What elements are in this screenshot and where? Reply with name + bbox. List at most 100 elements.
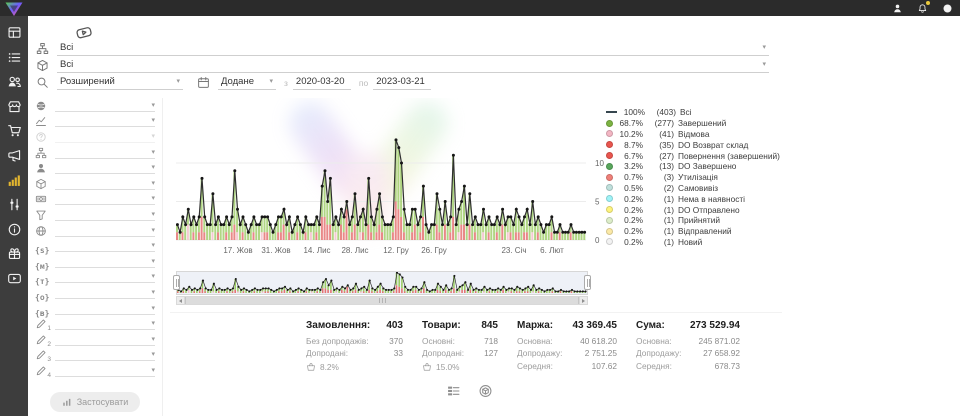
sidebar-item-store[interactable] [7, 99, 22, 114]
filter-product-select[interactable]: ▾ [55, 178, 155, 190]
search-mode-select[interactable]: Розширений ▾ [57, 76, 183, 90]
navigator-scrollbar[interactable] [176, 296, 588, 305]
scrollbar-left-arrow-icon[interactable] [177, 297, 185, 304]
filter-payment-select[interactable]: ▾ [55, 193, 155, 205]
sidebar-item-analytics[interactable] [7, 173, 22, 188]
x-tick-label: 26. Гру [421, 246, 447, 255]
chevron-down-icon: ▾ [151, 164, 155, 171]
legend-item-6[interactable]: 0.7%(3)Утилізація [606, 172, 806, 183]
legend-label: Прийнятий [678, 215, 720, 225]
upsell-percent: 8.2% [320, 362, 339, 372]
status-filter-select[interactable]: Всі ▾ [57, 42, 769, 56]
sidebar-item-settings[interactable] [7, 197, 22, 212]
sidebar-item-customers[interactable] [7, 74, 22, 89]
stat-subrow: Основна:245 871.02 [636, 335, 740, 347]
filter-custom-o-select[interactable]: ▾ [55, 287, 155, 299]
main-chart-svg[interactable]: 0510 [176, 100, 622, 250]
filter-website-select[interactable]: ▾ [55, 225, 155, 237]
apply-button[interactable]: Застосувати [50, 392, 141, 412]
legend-item-2[interactable]: 10.2%(41)Відмова [606, 129, 806, 140]
scrollbar-right-arrow-icon[interactable] [579, 297, 587, 304]
chevron-down-icon: ▾ [151, 133, 155, 140]
sidebar-item-dashboard[interactable] [7, 25, 22, 40]
filter-row-editable-1: 1▾ [28, 316, 162, 332]
filter-editable-4-select[interactable]: ▾ [55, 365, 155, 377]
scrollbar-thumb[interactable] [185, 297, 579, 304]
navigator-handle-right[interactable] [584, 275, 591, 290]
legend-item-10[interactable]: 0.2%(1)Прийнятий [606, 215, 806, 226]
filter-dynamics-select[interactable]: ▾ [55, 115, 155, 127]
sidebar-item-tutorials[interactable] [7, 271, 22, 286]
product-filter-select[interactable]: Всі ▾ [57, 59, 769, 73]
stat-title: Маржа: [517, 320, 553, 331]
filter-editable-3-select[interactable]: ▾ [55, 349, 155, 361]
braces-custom-s-icon: {s} [35, 240, 47, 252]
filter-manager-select[interactable]: ▾ [55, 162, 155, 174]
legend-count: (1) [648, 194, 674, 204]
legend-item-5[interactable]: 3.2%(13)DO Завершено [606, 161, 806, 172]
date-to-input[interactable]: 2023-03-21 [373, 76, 431, 90]
legend-marker [606, 130, 613, 137]
notifications-icon[interactable] [917, 3, 928, 14]
x-tick-label: 12. Гру [383, 246, 409, 255]
legend-percent: 0.2% [618, 237, 643, 247]
funnel-icon [35, 209, 47, 221]
filter-custom-t-select[interactable]: ▾ [55, 271, 155, 283]
video-tag-icon[interactable] [72, 24, 96, 41]
chevron-down-icon: ▾ [176, 78, 180, 85]
legend-count: (27) [648, 151, 674, 161]
sidebar-item-info[interactable] [7, 222, 22, 237]
chevron-down-icon: ▾ [151, 258, 155, 265]
pencil-icon: 3 [35, 349, 47, 361]
sidebar-item-purchases[interactable] [7, 123, 22, 138]
date-from-value: 2020-03-20 [296, 76, 345, 87]
user-icon[interactable] [892, 3, 903, 14]
legend-item-7[interactable]: 0.5%(2)Самовивіз [606, 183, 806, 194]
legend-item-0[interactable]: 100%(403)Всі [606, 107, 806, 118]
filter-editable-2-select[interactable]: ▾ [55, 334, 155, 346]
group-by-status-button[interactable] [446, 384, 461, 398]
chevron-down-icon: ▾ [151, 102, 155, 109]
navigator-handle-left[interactable] [173, 275, 180, 290]
brand-logo-icon[interactable] [4, 1, 24, 15]
filter-row-custom-t: {т}▾ [28, 270, 162, 286]
filter-help-select: ▾ [55, 131, 155, 143]
filter-custom-b-select[interactable]: ▾ [55, 303, 155, 315]
filter-source-select[interactable]: ▾ [55, 100, 155, 112]
sidebar-item-orders[interactable] [7, 50, 22, 65]
basket-icon [306, 362, 316, 372]
stat-subrow: Основна:40 618.20 [517, 335, 617, 347]
legend-percent: 0.2% [618, 194, 643, 204]
stats-column-1: Замовлення:403Без допродажів:370Допродан… [306, 320, 403, 372]
filter-row-editable-2: 2▾ [28, 332, 162, 348]
legend-item-8[interactable]: 0.2%(1)Нема в наявності [606, 193, 806, 204]
legend-item-9[interactable]: 0.2%(1)DO Отправлено [606, 204, 806, 215]
product-filter-value: Всі [60, 59, 73, 70]
group-by-product-button[interactable] [478, 384, 493, 398]
legend-percent: 0.2% [618, 226, 643, 236]
filter-row-custom-b: {в}▾ [28, 301, 162, 317]
avatar-icon[interactable] [942, 3, 953, 14]
x-tick-label: 14. Лис [303, 246, 330, 255]
filter-structure-select[interactable]: ▾ [55, 147, 155, 159]
legend-item-4[interactable]: 6.7%(27)Повернення (завершений) [606, 150, 806, 161]
legend-item-11[interactable]: 0.2%(1)Відправлений [606, 226, 806, 237]
sidebar-item-marketing[interactable] [7, 148, 22, 163]
bar-chart-icon [62, 397, 72, 407]
navigator[interactable] [176, 271, 588, 295]
filter-custom-m-select[interactable]: ▾ [55, 256, 155, 268]
filter-editable-1-select[interactable]: ▾ [55, 318, 155, 330]
sidebar-item-integrations[interactable] [7, 246, 22, 261]
filter-funnel-select[interactable]: ▾ [55, 209, 155, 221]
date-field-select[interactable]: Додане ▾ [218, 76, 276, 90]
legend-marker [606, 120, 613, 127]
date-from-input[interactable]: 2020-03-20 [293, 76, 351, 90]
legend-item-3[interactable]: 8.7%(35)DO Возврат склад [606, 139, 806, 150]
filter-row-help: ▾ [28, 129, 162, 145]
legend-item-1[interactable]: 68.7%(277)Завершений [606, 118, 806, 129]
legend-item-12[interactable]: 0.2%(1)Новий [606, 237, 806, 248]
filter-custom-s-select[interactable]: ▾ [55, 240, 155, 252]
svg-text:10: 10 [595, 159, 604, 168]
legend-count: (1) [648, 226, 674, 236]
stat-value: 273 529.94 [690, 320, 740, 331]
